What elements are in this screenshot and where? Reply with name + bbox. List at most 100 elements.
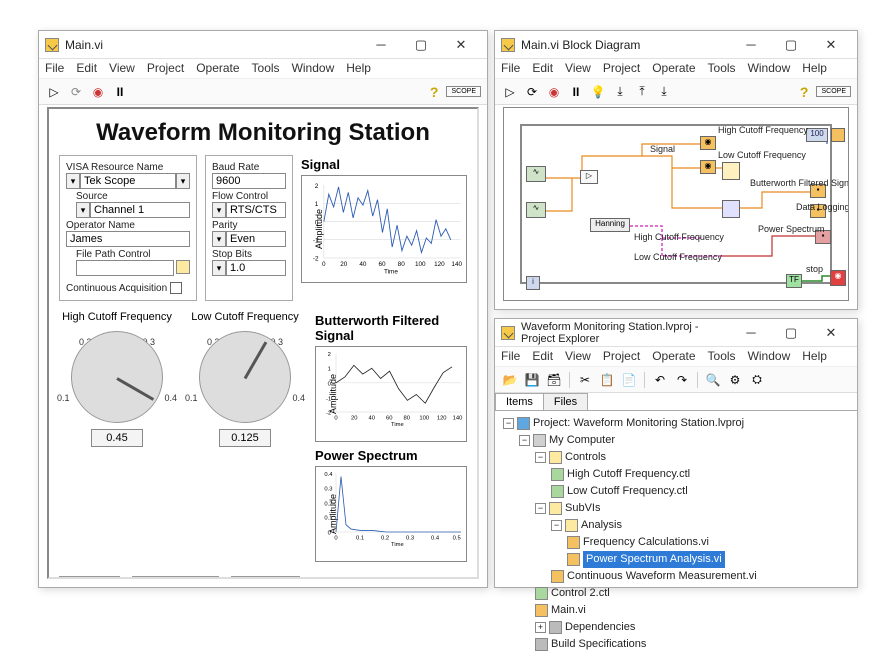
high-cutoff-knob[interactable] [71,331,163,423]
collapse-icon[interactable]: − [535,452,546,463]
tree-build[interactable]: Build Specifications [551,636,646,653]
menu-edit[interactable]: Edit [76,61,97,76]
menu-window[interactable]: Window [748,349,791,364]
menu-help[interactable]: Help [346,61,371,76]
tree-root[interactable]: Project: Waveform Monitoring Station.lvp… [533,415,744,432]
menu-project[interactable]: Project [147,61,184,76]
collapse-icon[interactable]: − [503,418,514,429]
run-continuous-icon[interactable]: ⟳ [67,83,85,101]
menu-operate[interactable]: Operate [196,61,239,76]
menu-edit[interactable]: Edit [532,61,553,76]
stop-input[interactable] [226,260,286,276]
baud-input[interactable] [212,173,286,189]
save-icon[interactable]: 💾 [523,371,541,389]
menu-operate[interactable]: Operate [652,61,695,76]
titlebar[interactable]: Waveform Monitoring Station.lvproj - Pro… [495,319,857,347]
parity-input[interactable] [226,231,286,247]
log-data-button[interactable]: Log Data [132,576,219,579]
maximize-button[interactable]: ▢ [771,320,811,346]
maximize-button[interactable]: ▢ [771,32,811,58]
tree-analysis[interactable]: Analysis [581,517,622,534]
run-icon[interactable]: ▷ [501,83,519,101]
maximize-button[interactable]: ▢ [401,32,441,58]
menu-view[interactable]: View [109,61,135,76]
menu-view[interactable]: View [565,61,591,76]
menu-tools[interactable]: Tools [252,61,280,76]
tree-ctl-high[interactable]: High Cutoff Frequency.ctl [567,466,690,483]
menu-help[interactable]: Help [802,349,827,364]
copy-icon[interactable]: 📋 [598,371,616,389]
visa-input[interactable] [80,173,176,189]
low-cutoff-knob[interactable] [199,331,291,423]
tree-control2[interactable]: Control 2.ctl [551,585,610,602]
minimize-button[interactable]: ─ [731,32,771,58]
help-icon[interactable]: ? [430,84,439,100]
undo-icon[interactable]: ↶ [651,371,669,389]
operator-input[interactable] [66,231,190,247]
close-button[interactable]: ✕ [441,32,481,58]
source-dropdown[interactable]: ▾ [76,202,190,218]
source-input[interactable] [90,202,190,218]
file-input[interactable] [76,260,174,276]
collapse-icon[interactable]: − [535,503,546,514]
knob-terminal[interactable]: ◉ [700,160,716,174]
hanning-node[interactable]: Hanning [590,218,630,232]
search-icon[interactable]: 🔍 [704,371,722,389]
save-all-icon[interactable]: 🗃 [545,371,563,389]
vi-icon[interactable]: SCOPE [816,86,851,97]
minimize-button[interactable]: ─ [731,320,771,346]
menu-window[interactable]: Window [292,61,335,76]
collapse-icon[interactable]: − [519,435,530,446]
expand-icon[interactable]: + [535,622,546,633]
tree-main-vi[interactable]: Main.vi [551,602,586,619]
abort-icon[interactable]: ◉ [89,83,107,101]
parity-dropdown[interactable]: ▾ [212,231,286,247]
block-diagram-canvas[interactable]: ∿ ∿ ▷ Hanning ◉ ◉ 100 ▪ ▪ ▪ i TF ◉ High … [503,107,849,301]
abort-icon[interactable]: ◉ [545,83,563,101]
menu-view[interactable]: View [565,349,591,364]
close-button[interactable]: ✕ [811,32,851,58]
stop-button[interactable]: STOP [231,576,300,579]
tree-vi-freq[interactable]: Frequency Calculations.vi [583,534,709,551]
menu-operate[interactable]: Operate [652,349,695,364]
menu-help[interactable]: Help [802,61,827,76]
tree-vi-continuous[interactable]: Continuous Waveform Measurement.vi [567,568,757,585]
titlebar[interactable]: Main.vi Block Diagram ─ ▢ ✕ [495,31,857,59]
step-icon[interactable]: ⤓ [655,83,673,101]
constant-node[interactable]: 100 [806,128,828,142]
tree-subvis[interactable]: SubVIs [565,500,600,517]
tree-controls[interactable]: Controls [565,449,606,466]
redo-icon[interactable]: ↷ [673,371,691,389]
stop-terminal[interactable]: TF [786,274,802,288]
run-continuous-icon[interactable]: ⟳ [523,83,541,101]
pause-icon[interactable]: II [111,83,129,101]
gear-icon[interactable]: ⛭ [748,371,766,389]
loop-count-node[interactable] [831,128,845,142]
menu-project[interactable]: Project [603,349,640,364]
low-cutoff-value[interactable]: 0.125 [219,429,271,447]
tree-vi-power[interactable]: Power Spectrum Analysis.vi [583,551,725,568]
cont-acq-checkbox[interactable] [170,282,182,294]
browse-icon[interactable] [176,260,190,274]
flow-input[interactable] [226,202,286,218]
tab-items[interactable]: Items [495,393,544,410]
close-button[interactable]: ✕ [811,320,851,346]
waveform-node[interactable]: ∿ [526,202,546,218]
filter-icon[interactable]: ⚙ [726,371,744,389]
step-icon[interactable]: ⤓ [611,83,629,101]
visa-dropdown[interactable]: ▾▾ [66,173,190,189]
step-icon[interactable]: ⤒ [633,83,651,101]
tree-ctl-low[interactable]: Low Cutoff Frequency.ctl [567,483,688,500]
menu-edit[interactable]: Edit [532,349,553,364]
menu-file[interactable]: File [501,349,520,364]
menu-project[interactable]: Project [603,61,640,76]
tree-deps[interactable]: Dependencies [565,619,635,636]
filter-node[interactable] [722,200,740,218]
tab-files[interactable]: Files [543,393,588,410]
tree-my-computer[interactable]: My Computer [549,432,615,449]
minimize-button[interactable]: ─ [361,32,401,58]
flow-dropdown[interactable]: ▾ [212,202,286,218]
stop-loop-node[interactable]: ◉ [830,270,846,286]
menu-tools[interactable]: Tools [708,61,736,76]
menu-file[interactable]: File [45,61,64,76]
